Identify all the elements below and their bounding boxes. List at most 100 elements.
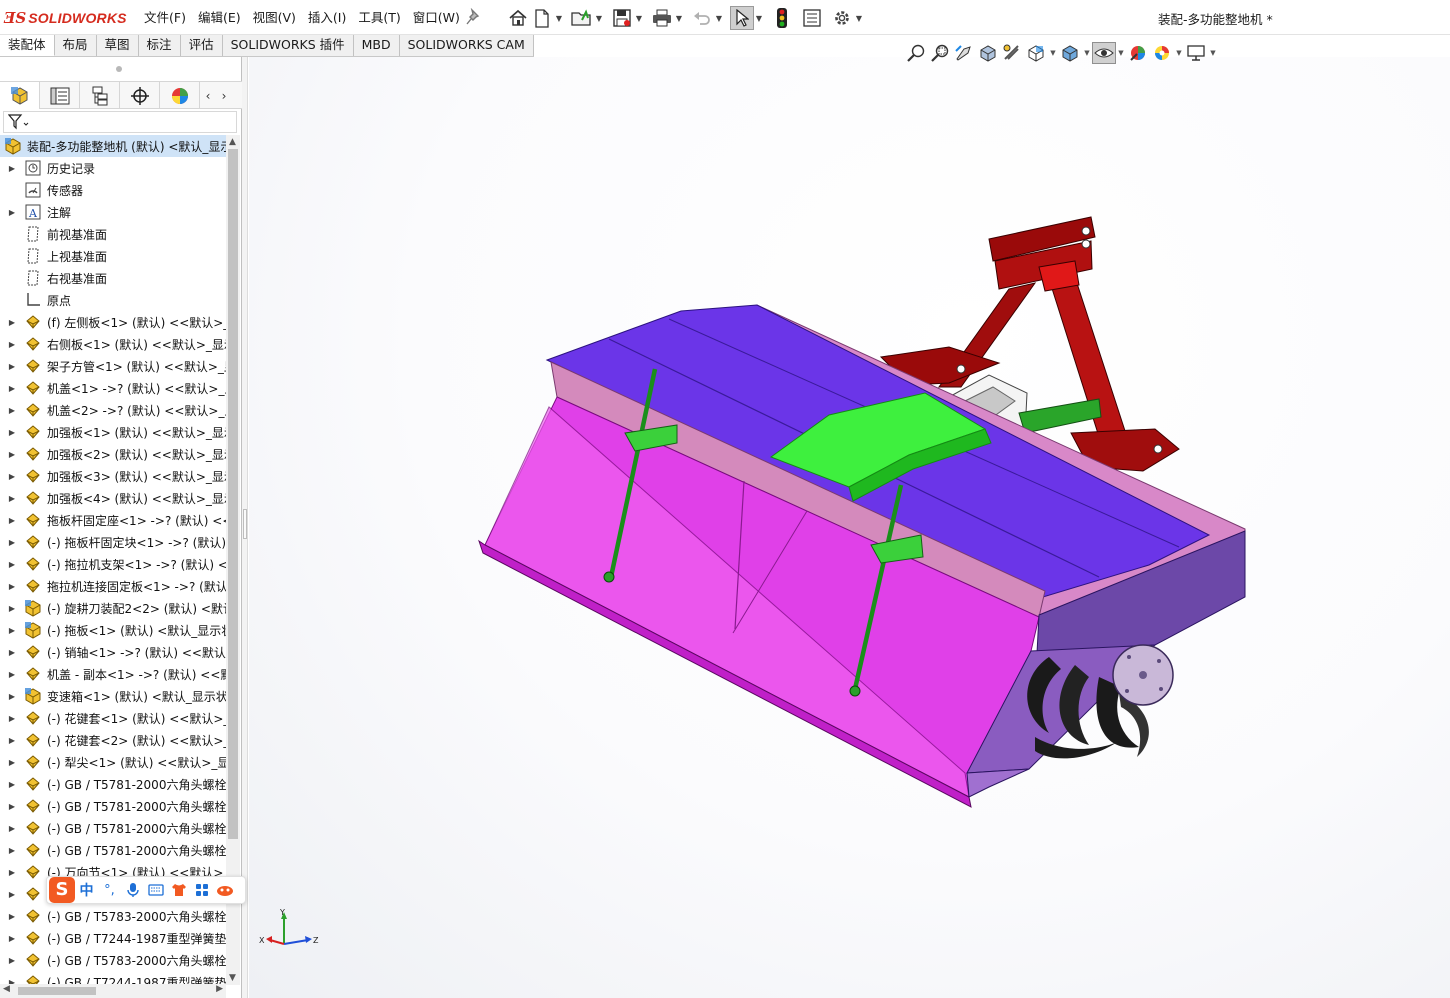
tree-item[interactable]: ▶ (-) 花键套<1> (默认) <<默认>_显示状态 1> [0, 707, 226, 729]
view-orientation-chevron-icon[interactable]: ▼ [1048, 49, 1058, 57]
expand-chevron-icon[interactable]: ▶ [6, 758, 18, 767]
hide-show-items-eye-icon[interactable] [1092, 42, 1116, 64]
tree-item[interactable]: ▶ (-) 拖板杆固定块<1> ->? (默认) <<默认>_显示状态 1> [0, 531, 226, 553]
property-manager-tab-icon[interactable] [40, 82, 80, 109]
tree-item[interactable]: ▶ A 注解 [0, 201, 226, 223]
tree-item[interactable]: ▶ (-) GB / T7244-1987重型弹簧垫 [0, 927, 226, 949]
assembly-model[interactable] [249, 57, 1450, 998]
hide-show-chevron-icon[interactable]: ▼ [1116, 49, 1126, 57]
ime-punctuation-icon[interactable]: °, [98, 877, 121, 903]
options-gear-icon[interactable] [830, 6, 854, 30]
file-properties-icon[interactable] [800, 6, 824, 30]
tree-item[interactable]: 上视基准面 [0, 245, 226, 267]
apply-scene-icon[interactable] [1150, 42, 1174, 64]
tree-root-assembly[interactable]: 装配-多功能整地机 (默认) <默认_显示状态-1> [0, 135, 226, 157]
hscroll-thumb[interactable] [18, 987, 96, 995]
tree-item[interactable]: ▶ 机盖 - 副本<1> ->? (默认) <<默认>_显示状态 1> [0, 663, 226, 685]
expand-chevron-icon[interactable]: ▶ [6, 626, 18, 635]
configuration-manager-tab-icon[interactable] [80, 82, 120, 109]
menu-view[interactable]: 视图(V) [247, 9, 302, 27]
expand-chevron-icon[interactable]: ▶ [6, 494, 18, 503]
tree-item[interactable]: ▶ (f) 左侧板<1> (默认) <<默认>_显示状态 1> [0, 311, 226, 333]
tree-item[interactable]: ▶ 架子方管<1> (默认) <<默认>_显示状态 1> [0, 355, 226, 377]
view-orientation-icon[interactable] [1024, 42, 1048, 64]
panel-splitter[interactable] [242, 57, 248, 998]
expand-chevron-icon[interactable]: ▶ [6, 560, 18, 569]
expand-chevron-icon[interactable]: ▶ [6, 824, 18, 833]
tree-item[interactable]: ▶ (-) 旋耕刀装配2<2> (默认) <默认_显示状态-1> [0, 597, 226, 619]
expand-chevron-icon[interactable]: ▶ [6, 780, 18, 789]
print-icon[interactable] [650, 6, 674, 30]
expand-chevron-icon[interactable]: ▶ [6, 604, 18, 613]
zoom-to-fit-icon[interactable] [904, 42, 928, 64]
tree-item[interactable]: ▶ (-) GB / T5783-2000六角头螺栓 [0, 905, 226, 927]
ime-voice-microphone-icon[interactable] [121, 877, 144, 903]
scroll-up-chevron-icon[interactable]: ▲ [229, 137, 236, 147]
tab-layout[interactable]: 布局 [54, 35, 97, 56]
expand-chevron-icon[interactable]: ▶ [6, 670, 18, 679]
tab-mbd[interactable]: MBD [353, 35, 400, 56]
tree-item[interactable]: ▶ 加强板<3> (默认) <<默认>_显示状态 1> [0, 465, 226, 487]
undo-icon[interactable] [690, 6, 714, 30]
view-settings-chevron-icon[interactable]: ▼ [1208, 49, 1218, 57]
tree-item[interactable]: ▶ (-) 销轴<1> ->? (默认) <<默认>_显示状态 1> [0, 641, 226, 663]
tree-item[interactable]: 原点 [0, 289, 226, 311]
expand-chevron-icon[interactable]: ▶ [6, 648, 18, 657]
save-icon[interactable] [610, 6, 634, 30]
tree-item[interactable]: ▶ (-) 犁尖<1> (默认) <<默认>_显示状态 1> [0, 751, 226, 773]
new-document-icon[interactable] [530, 6, 554, 30]
apply-scene-chevron-icon[interactable]: ▼ [1174, 49, 1184, 57]
tree-item[interactable]: ▶ (-) GB / T7244-1987重型弹簧垫 [0, 971, 226, 985]
ime-language-toggle[interactable]: 中 [75, 877, 98, 903]
ime-toolbar[interactable]: S 中 °, [46, 876, 246, 904]
expand-chevron-icon[interactable]: ▶ [6, 846, 18, 855]
expand-chevron-icon[interactable]: ▶ [6, 428, 18, 437]
menu-tools[interactable]: 工具(T) [352, 9, 406, 27]
ime-keyboard-icon[interactable] [144, 877, 167, 903]
scroll-down-chevron-icon[interactable]: ▼ [229, 973, 236, 983]
select-pointer-icon[interactable] [730, 6, 754, 30]
dimxpert-crosshair-icon[interactable] [120, 82, 160, 109]
expand-chevron-icon[interactable]: ▶ [6, 868, 18, 877]
expand-chevron-icon[interactable]: ▶ [6, 956, 18, 965]
tree-item[interactable]: ▶ 加强板<1> (默认) <<默认>_显示状态 1> [0, 421, 226, 443]
print-dropdown-chevron-icon[interactable]: ▼ [674, 6, 684, 30]
expand-chevron-icon[interactable]: ▶ [6, 516, 18, 525]
tree-item[interactable]: ▶ (-) GB / T5781-2000六角头螺栓 [0, 773, 226, 795]
tree-item[interactable]: ▶ 拖拉机连接固定板<1> ->? (默认) <<默认>_显示状态 1> [0, 575, 226, 597]
expand-chevron-icon[interactable]: ▶ [6, 450, 18, 459]
home-icon[interactable] [506, 6, 530, 30]
tree-item[interactable]: ▶ (-) 拖板<1> (默认) <默认_显示状态-1> [0, 619, 226, 641]
tab-solidworks-addins[interactable]: SOLIDWORKS 插件 [222, 35, 354, 56]
new-dropdown-chevron-icon[interactable]: ▼ [554, 6, 564, 30]
open-folder-icon[interactable] [570, 6, 594, 30]
tab-solidworks-cam[interactable]: SOLIDWORKS CAM [399, 35, 534, 56]
expand-chevron-icon[interactable]: ▶ [6, 164, 18, 173]
tree-item[interactable]: ▶ (-) GB / T5783-2000六角头螺栓 [0, 949, 226, 971]
tree-item[interactable]: 右视基准面 [0, 267, 226, 289]
tree-item[interactable]: ▶ 机盖<1> ->? (默认) <<默认>_显示状态 1> [0, 377, 226, 399]
tab-assembly[interactable]: 装配体 [0, 35, 55, 56]
tree-vertical-scrollbar[interactable]: ▲ ▼ [226, 135, 240, 985]
tree-item[interactable]: ▶ (-) 花键套<2> (默认) <<默认>_显示状态 1> [0, 729, 226, 751]
menu-file[interactable]: 文件(F) [138, 9, 192, 27]
scroll-right-chevron-icon[interactable]: ▶ [216, 984, 223, 994]
view-settings-monitor-icon[interactable] [1184, 42, 1208, 64]
zoom-to-area-icon[interactable] [928, 42, 952, 64]
previous-view-icon[interactable] [952, 42, 976, 64]
tree-item[interactable]: ▶ (-) 拖拉机支架<1> ->? (默认) <<默认>_显示状态 1> [0, 553, 226, 575]
expand-chevron-icon[interactable]: ▶ [6, 912, 18, 921]
graphics-area[interactable] [249, 57, 1450, 998]
expand-chevron-icon[interactable]: ▶ [6, 692, 18, 701]
menu-window[interactable]: 窗口(W) [407, 9, 466, 27]
tree-item[interactable]: 传感器 [0, 179, 226, 201]
expand-chevron-icon[interactable]: ▶ [6, 802, 18, 811]
select-dropdown-chevron-icon[interactable]: ▼ [754, 6, 764, 30]
splitter-handle[interactable] [243, 509, 247, 539]
panel-tabs-right-chevron-icon[interactable]: › [216, 82, 232, 109]
display-style-chevron-icon[interactable]: ▼ [1082, 49, 1092, 57]
expand-chevron-icon[interactable]: ▶ [6, 890, 18, 899]
expand-chevron-icon[interactable]: ▶ [6, 582, 18, 591]
expand-chevron-icon[interactable]: ▶ [6, 538, 18, 547]
expand-chevron-icon[interactable]: ▶ [6, 934, 18, 943]
